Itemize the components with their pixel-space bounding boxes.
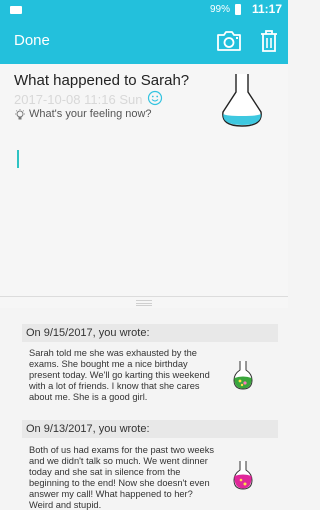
camera-icon[interactable] bbox=[216, 30, 242, 52]
history-entry-header: On 9/13/2017, you wrote: bbox=[22, 420, 278, 438]
flask-icon bbox=[222, 74, 262, 127]
history-entry-text[interactable]: Both of us had exams for the past two we… bbox=[29, 445, 219, 510]
feeling-prompt[interactable]: What's your feeling now? bbox=[29, 108, 152, 120]
notification-icon bbox=[10, 6, 22, 14]
history-entry-text[interactable]: Sarah told me she was exhausted by the e… bbox=[29, 348, 219, 403]
note-date-value: 2017-10-08 11:16 bbox=[14, 92, 116, 107]
done-button[interactable]: Done bbox=[14, 32, 50, 49]
battery-icon bbox=[235, 4, 241, 15]
clock: 11:17 bbox=[251, 2, 282, 16]
app-bar: Done bbox=[0, 20, 288, 64]
status-bar: 99% 11:17 bbox=[0, 0, 288, 20]
history-list: On 9/15/2017, you wrote: Sarah told me s… bbox=[0, 308, 288, 510]
lightbulb-icon bbox=[15, 109, 25, 120]
text-cursor bbox=[17, 150, 19, 168]
trash-icon[interactable] bbox=[258, 29, 280, 53]
history-entry-header: On 9/15/2017, you wrote: bbox=[22, 324, 278, 342]
note-editor[interactable]: What happened to Sarah? 2017-10-08 11:16… bbox=[0, 64, 288, 296]
note-date: 2017-10-08 11:16 Sun bbox=[14, 92, 142, 107]
pink-flask-icon bbox=[233, 461, 253, 490]
note-title[interactable]: What happened to Sarah? bbox=[14, 72, 189, 89]
green-flask-icon bbox=[233, 361, 253, 390]
resize-handle[interactable] bbox=[0, 296, 288, 308]
battery-percentage: 99% bbox=[209, 4, 230, 15]
smiley-icon[interactable] bbox=[147, 90, 163, 106]
grip-icon[interactable] bbox=[136, 300, 152, 306]
note-day: Sun bbox=[119, 92, 143, 107]
